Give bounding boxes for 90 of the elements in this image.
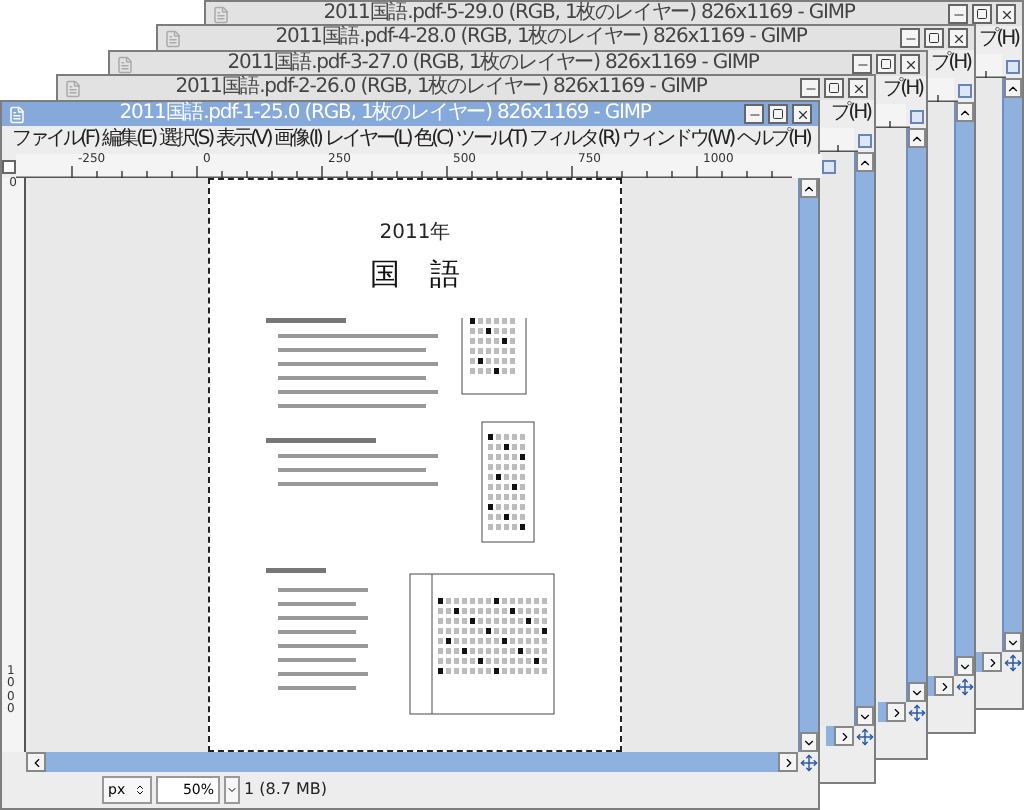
page-year: 2011年: [379, 224, 451, 244]
menu-item[interactable]: 表示(V): [216, 130, 271, 150]
menu-item[interactable]: 色(C): [414, 130, 452, 150]
menu-item[interactable]: レイヤー(L): [324, 130, 411, 150]
menu-item[interactable]: プ(H): [931, 54, 970, 74]
maximize-button[interactable]: [972, 4, 992, 24]
minimize-button[interactable]: [800, 78, 820, 98]
close-icon: [903, 57, 917, 71]
vertical-scrollbar[interactable]: [906, 128, 926, 702]
menu-item[interactable]: プ(H): [831, 104, 870, 124]
scroll-right-button[interactable]: [886, 702, 906, 722]
minimize-button[interactable]: [852, 54, 872, 74]
scroll-right-button[interactable]: [778, 752, 798, 772]
maximize-button[interactable]: [768, 104, 788, 124]
menu-item[interactable]: プ(H): [979, 30, 1018, 50]
scroll-right-button[interactable]: [982, 652, 1002, 672]
menu-item[interactable]: ヘルプ(H): [737, 130, 810, 150]
window-title: 2011国語.pdf-1-25.0 (RGB, 1枚のレイヤー) 826x1169 - GIMP: [117, 104, 653, 124]
horizontal-scrollbar[interactable]: [878, 702, 906, 722]
close-icon: [999, 7, 1013, 21]
close-button[interactable]: [900, 54, 920, 74]
maximize-button[interactable]: [876, 54, 896, 74]
maximize-button[interactable]: [824, 78, 844, 98]
horizontal-scrollbar[interactable]: [926, 676, 954, 696]
minimize-button[interactable]: [900, 28, 920, 48]
window-title: 2011国語.pdf-5-29.0 (RGB, 1枚のレイヤー) 826x1169 - GIMP: [321, 4, 857, 24]
horizontal-scrollbar[interactable]: [974, 652, 1002, 672]
document-icon: [212, 5, 230, 23]
page-heading: 国 語: [370, 260, 460, 290]
scroll-up-button[interactable]: [908, 128, 926, 148]
maximize-icon: [880, 58, 892, 70]
maximize-icon: [928, 32, 940, 44]
menu-item[interactable]: 画像(I): [274, 130, 321, 150]
vertical-scrollbar[interactable]: [1002, 78, 1022, 652]
window-title: 2011国語.pdf-4-28.0 (RGB, 1枚のレイヤー) 826x1169 - GIMP: [273, 28, 809, 48]
scroll-up-button[interactable]: [856, 152, 874, 172]
scroll-right-button[interactable]: [934, 676, 954, 696]
menu-item[interactable]: フィルタ(R): [529, 130, 618, 150]
scroll-down-button[interactable]: [856, 706, 874, 726]
scroll-down-button[interactable]: [1004, 632, 1022, 652]
document-icon: [164, 29, 182, 47]
document-icon: [116, 55, 134, 73]
zoom-dropdown-button[interactable]: [224, 776, 240, 804]
menu-item[interactable]: ウィンドウ(W): [621, 130, 734, 150]
minimize-button[interactable]: [948, 4, 968, 24]
window-title: 2011国語.pdf-2-26.0 (RGB, 1枚のレイヤー) 826x1169 - GIMP: [173, 78, 709, 98]
scroll-down-button[interactable]: [956, 656, 974, 676]
close-button[interactable]: [792, 104, 812, 124]
maximize-icon: [772, 108, 784, 120]
vertical-scrollbar[interactable]: [954, 102, 974, 676]
status-text: 1 (8.7 MB): [244, 782, 328, 798]
vertical-scrollbar[interactable]: [798, 178, 818, 752]
maximize-button[interactable]: [924, 28, 944, 48]
scroll-down-button[interactable]: [800, 732, 818, 752]
close-button[interactable]: [848, 78, 868, 98]
maximize-icon: [828, 82, 840, 94]
document-icon: [64, 79, 82, 97]
close-icon: [851, 81, 865, 95]
close-button[interactable]: [948, 28, 968, 48]
scroll-down-button[interactable]: [908, 682, 926, 702]
close-icon: [795, 107, 809, 121]
horizontal-scrollbar[interactable]: [826, 726, 854, 746]
scroll-left-button[interactable]: [26, 752, 46, 772]
close-icon: [951, 31, 965, 45]
menu-item[interactable]: プ(H): [883, 80, 922, 100]
navigate-icon[interactable]: [855, 727, 873, 745]
close-button[interactable]: [996, 4, 1016, 24]
menu-item[interactable]: ファイル(F): [12, 130, 99, 150]
minimize-button[interactable]: [744, 104, 764, 124]
navigate-icon[interactable]: [955, 677, 973, 695]
zoom-corner-icon[interactable]: [1005, 59, 1019, 73]
navigate-icon[interactable]: [907, 703, 925, 721]
menu-item[interactable]: 選択(S): [159, 130, 213, 150]
navigate-icon[interactable]: [1003, 653, 1021, 671]
scroll-up-button[interactable]: [956, 102, 974, 122]
menu-item[interactable]: 編集(E): [101, 130, 156, 150]
maximize-icon: [976, 8, 988, 20]
scroll-up-button[interactable]: [1004, 78, 1022, 98]
navigate-icon[interactable]: [799, 753, 817, 771]
window-title: 2011国語.pdf-3-27.0 (RGB, 1枚のレイヤー) 826x1169 - GIMP: [225, 54, 761, 74]
horizontal-scrollbar[interactable]: [26, 752, 798, 772]
document-icon: [8, 105, 26, 123]
zoom-corner-icon[interactable]: [957, 83, 971, 97]
vertical-scrollbar[interactable]: [854, 152, 874, 726]
menu-item[interactable]: ツール(T): [455, 130, 526, 150]
zoom-corner-icon[interactable]: [909, 109, 923, 123]
zoom-corner-icon[interactable]: [857, 133, 871, 147]
scroll-right-button[interactable]: [834, 726, 854, 746]
scroll-up-button[interactable]: [800, 178, 818, 198]
quick-mask-icon[interactable]: [2, 159, 16, 173]
